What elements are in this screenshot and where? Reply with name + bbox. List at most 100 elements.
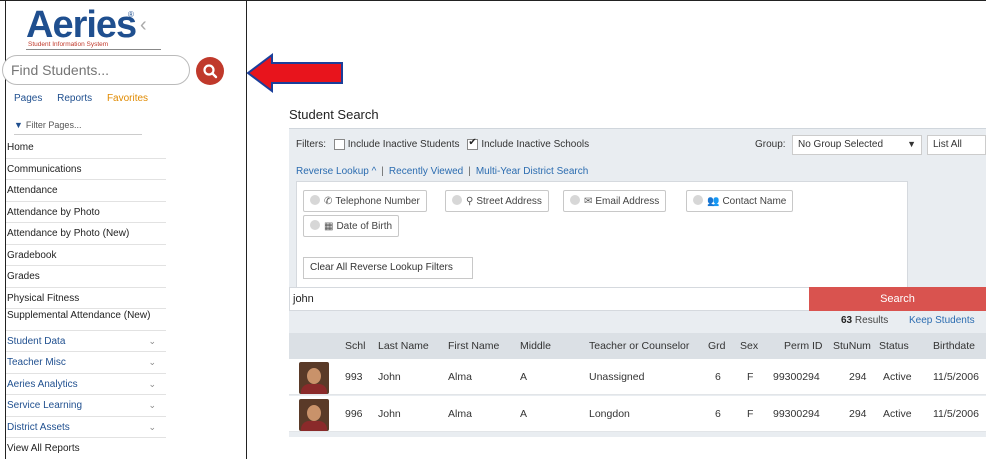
collapse-sidebar-icon[interactable]: ‹ <box>140 14 147 37</box>
col-schl[interactable]: Schl <box>345 340 365 352</box>
sidebar-item-attendance[interactable]: Attendance <box>6 180 166 202</box>
student-photo <box>299 362 329 394</box>
include-inactive-students-checkbox[interactable] <box>333 139 345 150</box>
sidebar-item-home[interactable]: Home <box>6 137 166 159</box>
photo-face <box>307 368 321 384</box>
student-search-button[interactable]: Search <box>809 287 986 311</box>
include-inactive-schools-checkbox[interactable] <box>467 137 479 150</box>
sidebar-item-teacher-misc[interactable]: Teacher Misc ⌄ <box>6 352 166 374</box>
sidebar-item-physical-fitness[interactable]: Physical Fitness <box>6 287 166 309</box>
list-all-button[interactable]: List All <box>927 135 986 155</box>
radio-button <box>310 220 320 230</box>
photo-shirt <box>301 421 327 431</box>
link-separator: | <box>468 166 471 177</box>
users-icon: 👥 <box>707 196 720 207</box>
logo-subtitle: Student Information System <box>28 41 109 48</box>
clear-reverse-lookup-button[interactable]: Clear All Reverse Lookup Filters <box>303 257 473 279</box>
group-select[interactable]: No Group Selected ▼ <box>792 135 922 155</box>
cell-schl: 996 <box>345 408 363 420</box>
cell-middle: A <box>520 408 528 420</box>
col-status[interactable]: Status <box>879 340 909 352</box>
col-middle[interactable]: Middle <box>520 340 551 352</box>
reverse-lookup-option-label: Date of Birth <box>336 221 393 232</box>
reverse-lookup-dob[interactable]: ▦ Date of Birth <box>303 215 400 237</box>
reverse-lookup-contact[interactable]: 👥 Contact Name <box>686 190 794 212</box>
reverse-lookup-option-label: Street Address <box>476 196 542 207</box>
col-birthdate[interactable]: Birthdate <box>933 340 975 352</box>
cell-sex: F <box>747 371 754 383</box>
sidebar-item-aeries-analytics[interactable]: Aeries Analytics ⌄ <box>6 373 166 395</box>
recently-viewed-link[interactable]: Recently Viewed <box>389 166 463 177</box>
sidebar-item-supplemental-attendance[interactable]: Supplemental Attendance (New) <box>6 309 166 331</box>
col-sex[interactable]: Sex <box>740 340 758 352</box>
find-students-input[interactable] <box>2 55 190 85</box>
sidebar-item-grades[interactable]: Grades <box>6 266 166 288</box>
sidebar-item-district-assets[interactable]: District Assets ⌄ <box>6 416 166 438</box>
sidebar-item-label: District Assets <box>7 421 70 433</box>
table-row[interactable]: 993 John Alma A Unassigned 6 F 99300294 … <box>289 359 986 395</box>
chevron-down-icon: ⌄ <box>148 400 156 410</box>
tab-favorites[interactable]: Favorites <box>107 93 148 104</box>
cell-stunum: 294 <box>849 371 867 383</box>
search-query: john <box>293 293 314 305</box>
filters-label: Filters: <box>296 139 326 151</box>
cell-birthdate: 11/5/2006 <box>933 408 979 420</box>
results-table-header: Schl Last Name First Name Middle Teacher… <box>289 333 986 359</box>
cell-status: Active <box>883 371 912 383</box>
sidebar-nav-tabs: Pages Reports Favorites <box>14 93 160 104</box>
phone-icon: ✆ <box>324 196 333 207</box>
col-first-name[interactable]: First Name <box>448 340 499 352</box>
include-inactive-students-label: Include Inactive Students <box>347 139 460 151</box>
col-last-name[interactable]: Last Name <box>378 340 429 352</box>
logo-registered-mark: ® <box>128 10 134 19</box>
sidebar-item-label: Service Learning <box>7 400 83 411</box>
tab-pages[interactable]: Pages <box>14 93 42 104</box>
reverse-lookup-street[interactable]: ⚲ Street Address <box>445 190 549 212</box>
search-links: Reverse Lookup ^ | Recently Viewed | Multi-Y… <box>296 166 588 177</box>
cell-grd: 6 <box>715 371 721 383</box>
map-marker-icon: ⚲ <box>466 196 474 207</box>
include-inactive-schools-label: Include Inactive Schools <box>481 139 590 151</box>
search-button[interactable] <box>196 57 224 85</box>
filter-pages-placeholder: Filter Pages... <box>25 120 82 130</box>
caret-down-icon: ▼ <box>907 139 916 149</box>
reverse-lookup-telephone[interactable]: ✆ Telephone Number <box>303 190 427 212</box>
cell-birthdate: 11/5/2006 <box>933 371 979 383</box>
cell-middle: A <box>520 371 528 383</box>
filter-pages-input[interactable]: ▼ Filter Pages... <box>14 120 142 135</box>
sidebar-item-communications[interactable]: Communications <box>6 158 166 180</box>
sidebar-item-student-data[interactable]: Student Data ⌄ <box>6 330 166 352</box>
photo-shirt <box>301 384 327 394</box>
sidebar-item-attendance-by-photo[interactable]: Attendance by Photo <box>6 201 166 223</box>
photo-face <box>307 405 321 421</box>
col-stunum[interactable]: StuNum <box>833 340 871 352</box>
radio-button <box>452 195 462 205</box>
results-count: 63 Results <box>841 315 888 326</box>
sidebar-item-label: Aeries Analytics <box>7 378 78 390</box>
sidebar-item-attendance-by-photo-new[interactable]: Attendance by Photo (New) <box>6 223 166 245</box>
logo-divider <box>26 49 161 50</box>
keep-students-link[interactable]: Keep Students <box>909 315 975 326</box>
sidebar-item-service-learning[interactable]: Service Learning ⌄ <box>6 395 166 417</box>
radio-button <box>570 195 580 205</box>
chevron-down-icon: ⌄ <box>148 421 156 432</box>
group-label: Group: <box>755 139 786 150</box>
envelope-icon: ✉ <box>584 196 593 207</box>
col-grd[interactable]: Grd <box>708 340 726 352</box>
radio-button <box>310 195 320 205</box>
multi-year-district-search-link[interactable]: Multi-Year District Search <box>476 166 588 177</box>
reverse-lookup-email[interactable]: ✉ Email Address <box>563 190 667 212</box>
results-number: 63 <box>841 315 853 326</box>
radio-button <box>693 195 703 205</box>
col-perm-id[interactable]: Perm ID <box>784 340 823 352</box>
sidebar-item-gradebook[interactable]: Gradebook <box>6 244 166 266</box>
reverse-lookup-link[interactable]: Reverse Lookup ^ <box>296 166 376 177</box>
cell-sex: F <box>747 408 754 420</box>
sidebar-item-label: Student Data <box>7 335 66 347</box>
col-teacher[interactable]: Teacher or Counselor <box>589 340 689 352</box>
chevron-down-icon: ⌄ <box>148 335 156 346</box>
tab-reports[interactable]: Reports <box>57 93 92 104</box>
sidebar-item-view-all-reports[interactable]: View All Reports <box>6 438 166 459</box>
table-row[interactable]: 996 John Alma A Longdon 6 F 99300294 294… <box>289 396 986 432</box>
reverse-lookup-option-label: Email Address <box>595 196 660 207</box>
